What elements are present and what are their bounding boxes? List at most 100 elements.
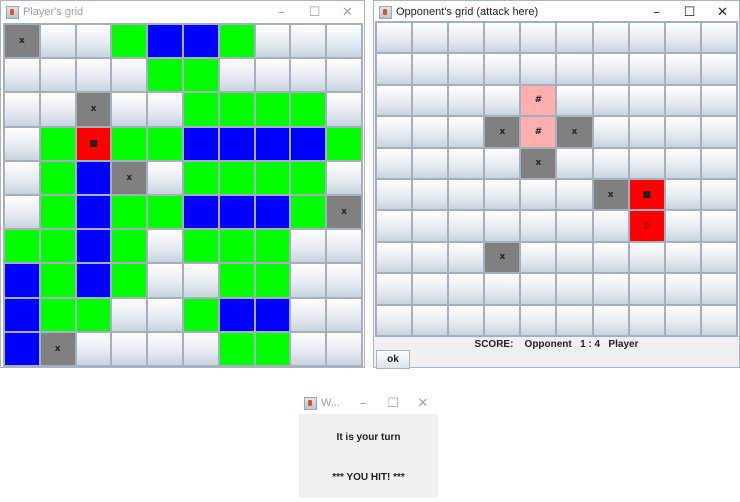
grid-cell[interactable]: ▯ [629,211,664,241]
grid-cell[interactable] [449,85,484,116]
grid-cell[interactable] [449,211,484,241]
grid-cell[interactable]: x [557,117,592,147]
grid-cell[interactable] [593,211,628,241]
title-bar[interactable]: Player's grid – ☐ ✕ [1,1,364,23]
maximize-button[interactable]: ☐ [673,1,706,23]
grid-cell[interactable] [449,274,484,304]
ok-button[interactable]: ok [376,350,410,369]
grid-cell[interactable] [521,305,556,335]
grid-cell[interactable] [665,274,700,304]
grid-cell[interactable] [521,274,556,304]
grid-cell[interactable] [593,305,628,335]
grid-cell[interactable] [557,211,592,241]
grid-cell[interactable] [701,305,736,335]
title-bar[interactable]: W... – ☐ ✕ [299,392,438,414]
grid-cell[interactable] [629,117,664,147]
minimize-button[interactable]: – [265,1,298,23]
grid-cell[interactable] [593,117,628,147]
grid-cell[interactable] [593,148,628,178]
grid-cell[interactable] [413,179,448,210]
grid-cell[interactable] [593,85,628,116]
grid-cell[interactable] [485,211,520,241]
grid-cell[interactable] [629,242,664,273]
grid-cell[interactable] [665,85,700,116]
grid-cell[interactable] [665,305,700,335]
grid-cell[interactable] [413,305,448,335]
grid-cell[interactable] [701,85,736,116]
maximize-button[interactable]: ☐ [298,1,331,23]
grid-cell[interactable] [377,85,412,116]
grid-cell[interactable] [701,274,736,304]
grid-cell[interactable] [701,148,736,178]
minimize-button[interactable]: – [348,392,378,414]
grid-cell[interactable] [557,54,592,84]
grid-cell[interactable] [449,242,484,273]
grid-cell[interactable] [485,54,520,84]
grid-cell[interactable] [665,117,700,147]
grid-cell[interactable] [449,305,484,335]
grid-cell[interactable] [593,242,628,273]
grid-cell[interactable] [413,85,448,116]
grid-cell[interactable] [629,274,664,304]
grid-cell[interactable] [449,117,484,147]
grid-cell[interactable]: # [521,117,556,147]
grid-cell[interactable] [665,179,700,210]
grid-cell[interactable] [593,274,628,304]
grid-cell[interactable] [593,23,628,53]
grid-cell[interactable] [665,242,700,273]
grid-cell[interactable] [701,211,736,241]
grid-cell[interactable] [593,54,628,84]
grid-cell[interactable] [665,54,700,84]
grid-cell[interactable] [377,148,412,178]
grid-cell[interactable] [629,54,664,84]
grid-cell[interactable] [521,211,556,241]
grid-cell[interactable] [701,23,736,53]
grid-cell[interactable] [557,23,592,53]
grid-cell[interactable] [413,148,448,178]
grid-cell[interactable]: # [521,85,556,116]
close-button[interactable]: ✕ [331,1,364,23]
grid-cell[interactable] [665,23,700,53]
grid-cell[interactable] [413,23,448,53]
grid-cell[interactable] [413,54,448,84]
grid-cell[interactable]: x [485,242,520,273]
grid-cell[interactable] [665,148,700,178]
grid-cell[interactable] [449,23,484,53]
grid-cell[interactable] [701,179,736,210]
grid-cell[interactable] [449,148,484,178]
minimize-button[interactable]: – [640,1,673,23]
grid-cell[interactable] [485,23,520,53]
grid-cell[interactable] [449,54,484,84]
grid-cell[interactable] [377,54,412,84]
grid-cell[interactable] [485,179,520,210]
grid-cell[interactable] [629,85,664,116]
grid-cell[interactable] [449,179,484,210]
grid-cell[interactable] [485,274,520,304]
grid-cell[interactable] [413,211,448,241]
grid-cell[interactable]: x [521,148,556,178]
close-button[interactable]: ✕ [408,392,438,414]
grid-cell[interactable] [557,274,592,304]
grid-cell[interactable] [665,211,700,241]
grid-cell[interactable]: ■ [629,179,664,210]
grid-cell[interactable] [701,117,736,147]
maximize-button[interactable]: ☐ [378,392,408,414]
grid-cell[interactable] [629,305,664,335]
grid-cell[interactable] [557,148,592,178]
grid-cell[interactable] [377,274,412,304]
grid-cell[interactable] [629,148,664,178]
grid-cell[interactable] [557,305,592,335]
grid-cell[interactable] [521,23,556,53]
grid-cell[interactable] [485,148,520,178]
grid-cell[interactable] [485,85,520,116]
grid-cell[interactable] [629,23,664,53]
grid-cell[interactable] [377,242,412,273]
grid-cell[interactable] [521,242,556,273]
grid-cell[interactable] [377,305,412,335]
grid-cell[interactable] [521,179,556,210]
grid-cell[interactable] [701,54,736,84]
title-bar[interactable]: Opponent's grid (attack here) – ☐ ✕ [374,1,739,23]
grid-cell[interactable] [413,117,448,147]
close-button[interactable]: ✕ [706,1,739,23]
grid-cell[interactable] [557,179,592,210]
